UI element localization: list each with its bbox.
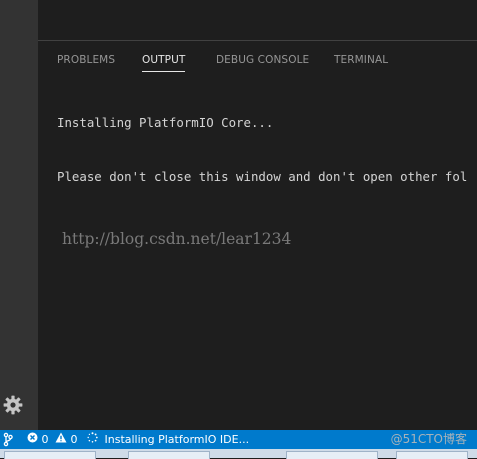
- task-status[interactable]: Installing PlatformIO IDE...: [87, 430, 249, 449]
- tab-problems[interactable]: PROBLEMS: [57, 54, 115, 66]
- watermark-text: http://blog.csdn.net/lear1234: [62, 230, 292, 248]
- activity-bar: [0, 0, 38, 430]
- output-log[interactable]: Installing PlatformIO Core... Please don…: [57, 78, 477, 222]
- editor-area: [38, 0, 477, 40]
- task-text: Installing PlatformIO IDE...: [104, 433, 250, 446]
- watermark-corner: @51CTO博客: [390, 432, 467, 446]
- error-count: 0: [41, 433, 49, 446]
- os-taskbar: [0, 449, 477, 459]
- error-icon: [27, 430, 38, 449]
- panel-tabs: PROBLEMS OUTPUT DEBUG CONSOLE TERMINAL: [38, 41, 477, 77]
- warning-count: 0: [70, 433, 78, 446]
- output-line: Please don't close this window and don't…: [57, 169, 468, 184]
- gear-icon[interactable]: [2, 394, 24, 416]
- source-control-icon[interactable]: [3, 430, 13, 449]
- sync-spinner-icon: [87, 430, 98, 449]
- tab-debug-console[interactable]: DEBUG CONSOLE: [216, 54, 309, 66]
- active-tab-indicator: [142, 71, 185, 72]
- problems-status[interactable]: 0 0: [27, 430, 78, 449]
- tab-terminal[interactable]: TERMINAL: [334, 54, 388, 66]
- tab-output[interactable]: OUTPUT: [142, 54, 185, 66]
- output-line: Installing PlatformIO Core...: [57, 115, 274, 130]
- warning-icon: [55, 430, 67, 449]
